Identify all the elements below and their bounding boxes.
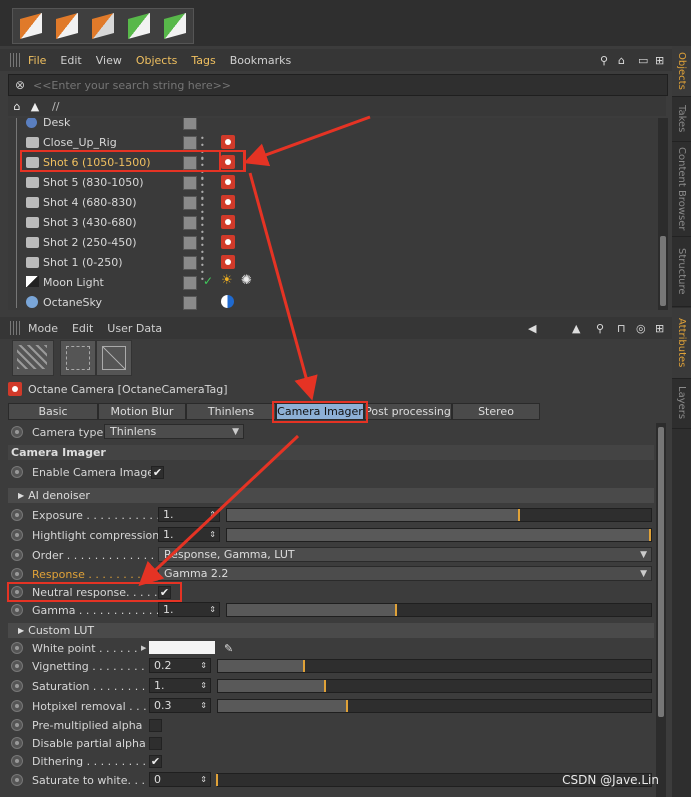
arrow-to-camera-imager [248, 172, 318, 401]
watermark: CSDN @Jave.Lin [562, 773, 659, 787]
arrow-to-tag [243, 115, 371, 167]
annotation-arrows [138, 115, 371, 587]
arrow-to-neutral-response [138, 434, 300, 587]
